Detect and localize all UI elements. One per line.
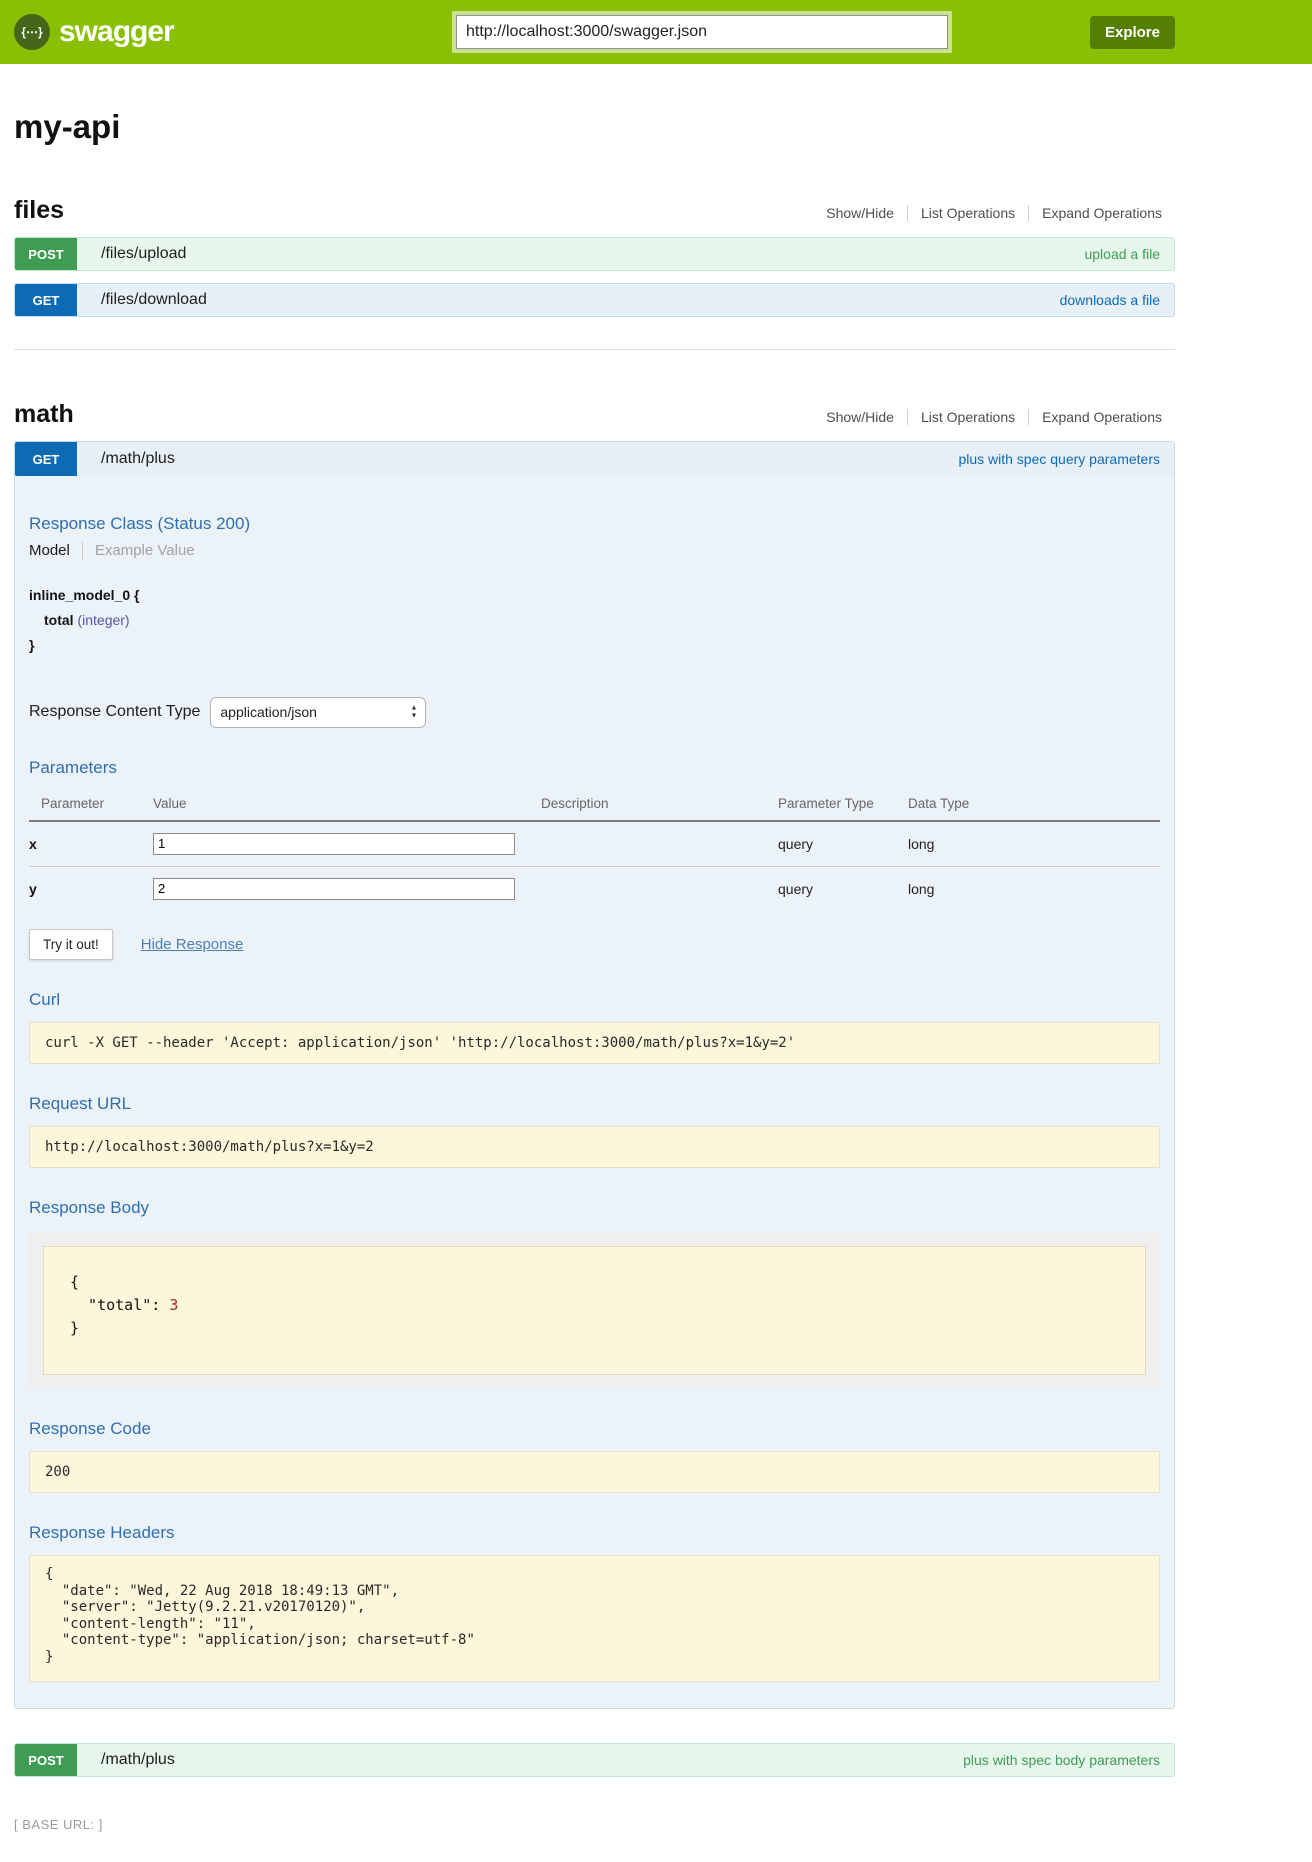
content-type-select-wrap: application/json ▲▼ <box>210 697 426 728</box>
show-hide-link[interactable]: Show/Hide <box>813 409 907 425</box>
actions-row: Try it out! Hide Response <box>29 929 1160 960</box>
model-property: total (integer) <box>44 608 1160 633</box>
endpoint-path[interactable]: /math/plus <box>101 450 175 468</box>
endpoint-summary[interactable]: downloads a file <box>1060 292 1160 308</box>
method-badge-get: GET <box>15 442 77 476</box>
section-header-files: files Show/Hide List Operations Expand O… <box>14 196 1175 225</box>
section-title-math[interactable]: math <box>14 400 74 429</box>
method-badge-post: POST <box>15 1744 77 1776</box>
endpoint-row-post-math-plus[interactable]: POST /math/plus plus with spec body para… <box>14 1743 1175 1777</box>
endpoint-row-post-files-upload[interactable]: POST /files/upload upload a file <box>14 237 1175 271</box>
tab-model[interactable]: Model <box>29 542 83 559</box>
brand-title: swagger <box>59 15 174 49</box>
endpoint-path[interactable]: /files/upload <box>101 245 186 263</box>
col-value: Value <box>153 788 541 821</box>
param-description <box>541 821 778 867</box>
endpoint-row-get-math-plus[interactable]: GET /math/plus plus with spec query para… <box>15 442 1174 476</box>
property-type[interactable]: (integer) <box>77 612 129 628</box>
swagger-logo[interactable]: {⋯} swagger <box>14 14 174 50</box>
endpoint-row-get-files-download[interactable]: GET /files/download downloads a file <box>14 283 1175 317</box>
param-description <box>541 866 778 911</box>
tab-example-value[interactable]: Example Value <box>83 542 195 559</box>
method-badge-get: GET <box>15 284 77 316</box>
param-x-input[interactable] <box>153 833 515 855</box>
model-open-brace: inline_model_0 { <box>29 583 1160 608</box>
section-title-files[interactable]: files <box>14 196 64 225</box>
col-parameter-type: Parameter Type <box>778 788 908 821</box>
param-name: x <box>29 821 153 867</box>
param-name: y <box>29 866 153 911</box>
api-url-input[interactable] <box>456 15 948 49</box>
property-name: total <box>44 612 74 628</box>
response-body-heading: Response Body <box>29 1198 1160 1218</box>
model-tabs: Model Example Value <box>29 542 1160 559</box>
param-data-type: long <box>908 821 1160 867</box>
hide-response-link[interactable]: Hide Response <box>141 936 244 953</box>
operation-get-math-plus: GET /math/plus plus with spec query para… <box>14 441 1175 1709</box>
list-operations-link[interactable]: List Operations <box>907 409 1028 425</box>
show-hide-link[interactable]: Show/Hide <box>813 205 907 221</box>
param-y-input[interactable] <box>153 878 515 900</box>
col-description: Description <box>541 788 778 821</box>
response-content-type-label: Response Content Type <box>29 703 200 721</box>
endpoint-path[interactable]: /files/download <box>101 291 207 309</box>
list-operations-link[interactable]: List Operations <box>907 205 1028 221</box>
section-header-math: math Show/Hide List Operations Expand Op… <box>14 400 1175 429</box>
expand-operations-link[interactable]: Expand Operations <box>1028 409 1175 425</box>
json-number-value: 3 <box>169 1296 178 1314</box>
page-title: my-api <box>14 108 1175 146</box>
section-divider <box>14 349 1175 350</box>
table-row: x query long <box>29 821 1160 867</box>
curl-command: curl -X GET --header 'Accept: applicatio… <box>29 1022 1160 1064</box>
base-url-label: [ BASE URL: ] <box>14 1817 1175 1832</box>
col-parameter: Parameter <box>29 788 153 821</box>
endpoint-path[interactable]: /math/plus <box>101 1751 175 1769</box>
param-data-type: long <box>908 866 1160 911</box>
response-code-heading: Response Code <box>29 1419 1160 1439</box>
endpoint-summary[interactable]: upload a file <box>1084 246 1160 262</box>
col-data-type: Data Type <box>908 788 1160 821</box>
parameters-heading: Parameters <box>29 758 1160 778</box>
response-code-value: 200 <box>29 1451 1160 1493</box>
model-signature: inline_model_0 { total (integer) } <box>29 583 1160 659</box>
response-headers-heading: Response Headers <box>29 1523 1160 1543</box>
parameters-table: Parameter Value Description Parameter Ty… <box>29 788 1160 911</box>
endpoint-summary[interactable]: plus with spec query parameters <box>958 451 1160 467</box>
request-url-heading: Request URL <box>29 1094 1160 1114</box>
section-controls: Show/Hide List Operations Expand Operati… <box>813 409 1175 425</box>
header-bar: {⋯} swagger Explore <box>0 0 1312 64</box>
response-body-container: { "total": 3 } <box>29 1232 1160 1390</box>
response-body-json: { "total": 3 } <box>43 1246 1146 1376</box>
endpoint-summary[interactable]: plus with spec body parameters <box>963 1752 1160 1768</box>
request-url-value: http://localhost:3000/math/plus?x=1&y=2 <box>29 1126 1160 1168</box>
content-type-select[interactable]: application/json <box>210 697 426 728</box>
try-it-out-button[interactable]: Try it out! <box>29 929 113 960</box>
response-class-heading: Response Class (Status 200) <box>29 514 1160 534</box>
response-headers-json: { "date": "Wed, 22 Aug 2018 18:49:13 GMT… <box>29 1555 1160 1682</box>
response-content-type-row: Response Content Type application/json ▲… <box>29 697 1160 728</box>
param-type: query <box>778 866 908 911</box>
table-row: y query long <box>29 866 1160 911</box>
param-type: query <box>778 821 908 867</box>
section-controls: Show/Hide List Operations Expand Operati… <box>813 205 1175 221</box>
swagger-logo-icon: {⋯} <box>14 14 50 50</box>
model-close-brace: } <box>29 633 1160 658</box>
explore-button[interactable]: Explore <box>1090 16 1175 49</box>
operation-panel: Response Class (Status 200) Model Exampl… <box>15 476 1174 1708</box>
expand-operations-link[interactable]: Expand Operations <box>1028 205 1175 221</box>
method-badge-post: POST <box>15 238 77 270</box>
curl-heading: Curl <box>29 990 1160 1010</box>
